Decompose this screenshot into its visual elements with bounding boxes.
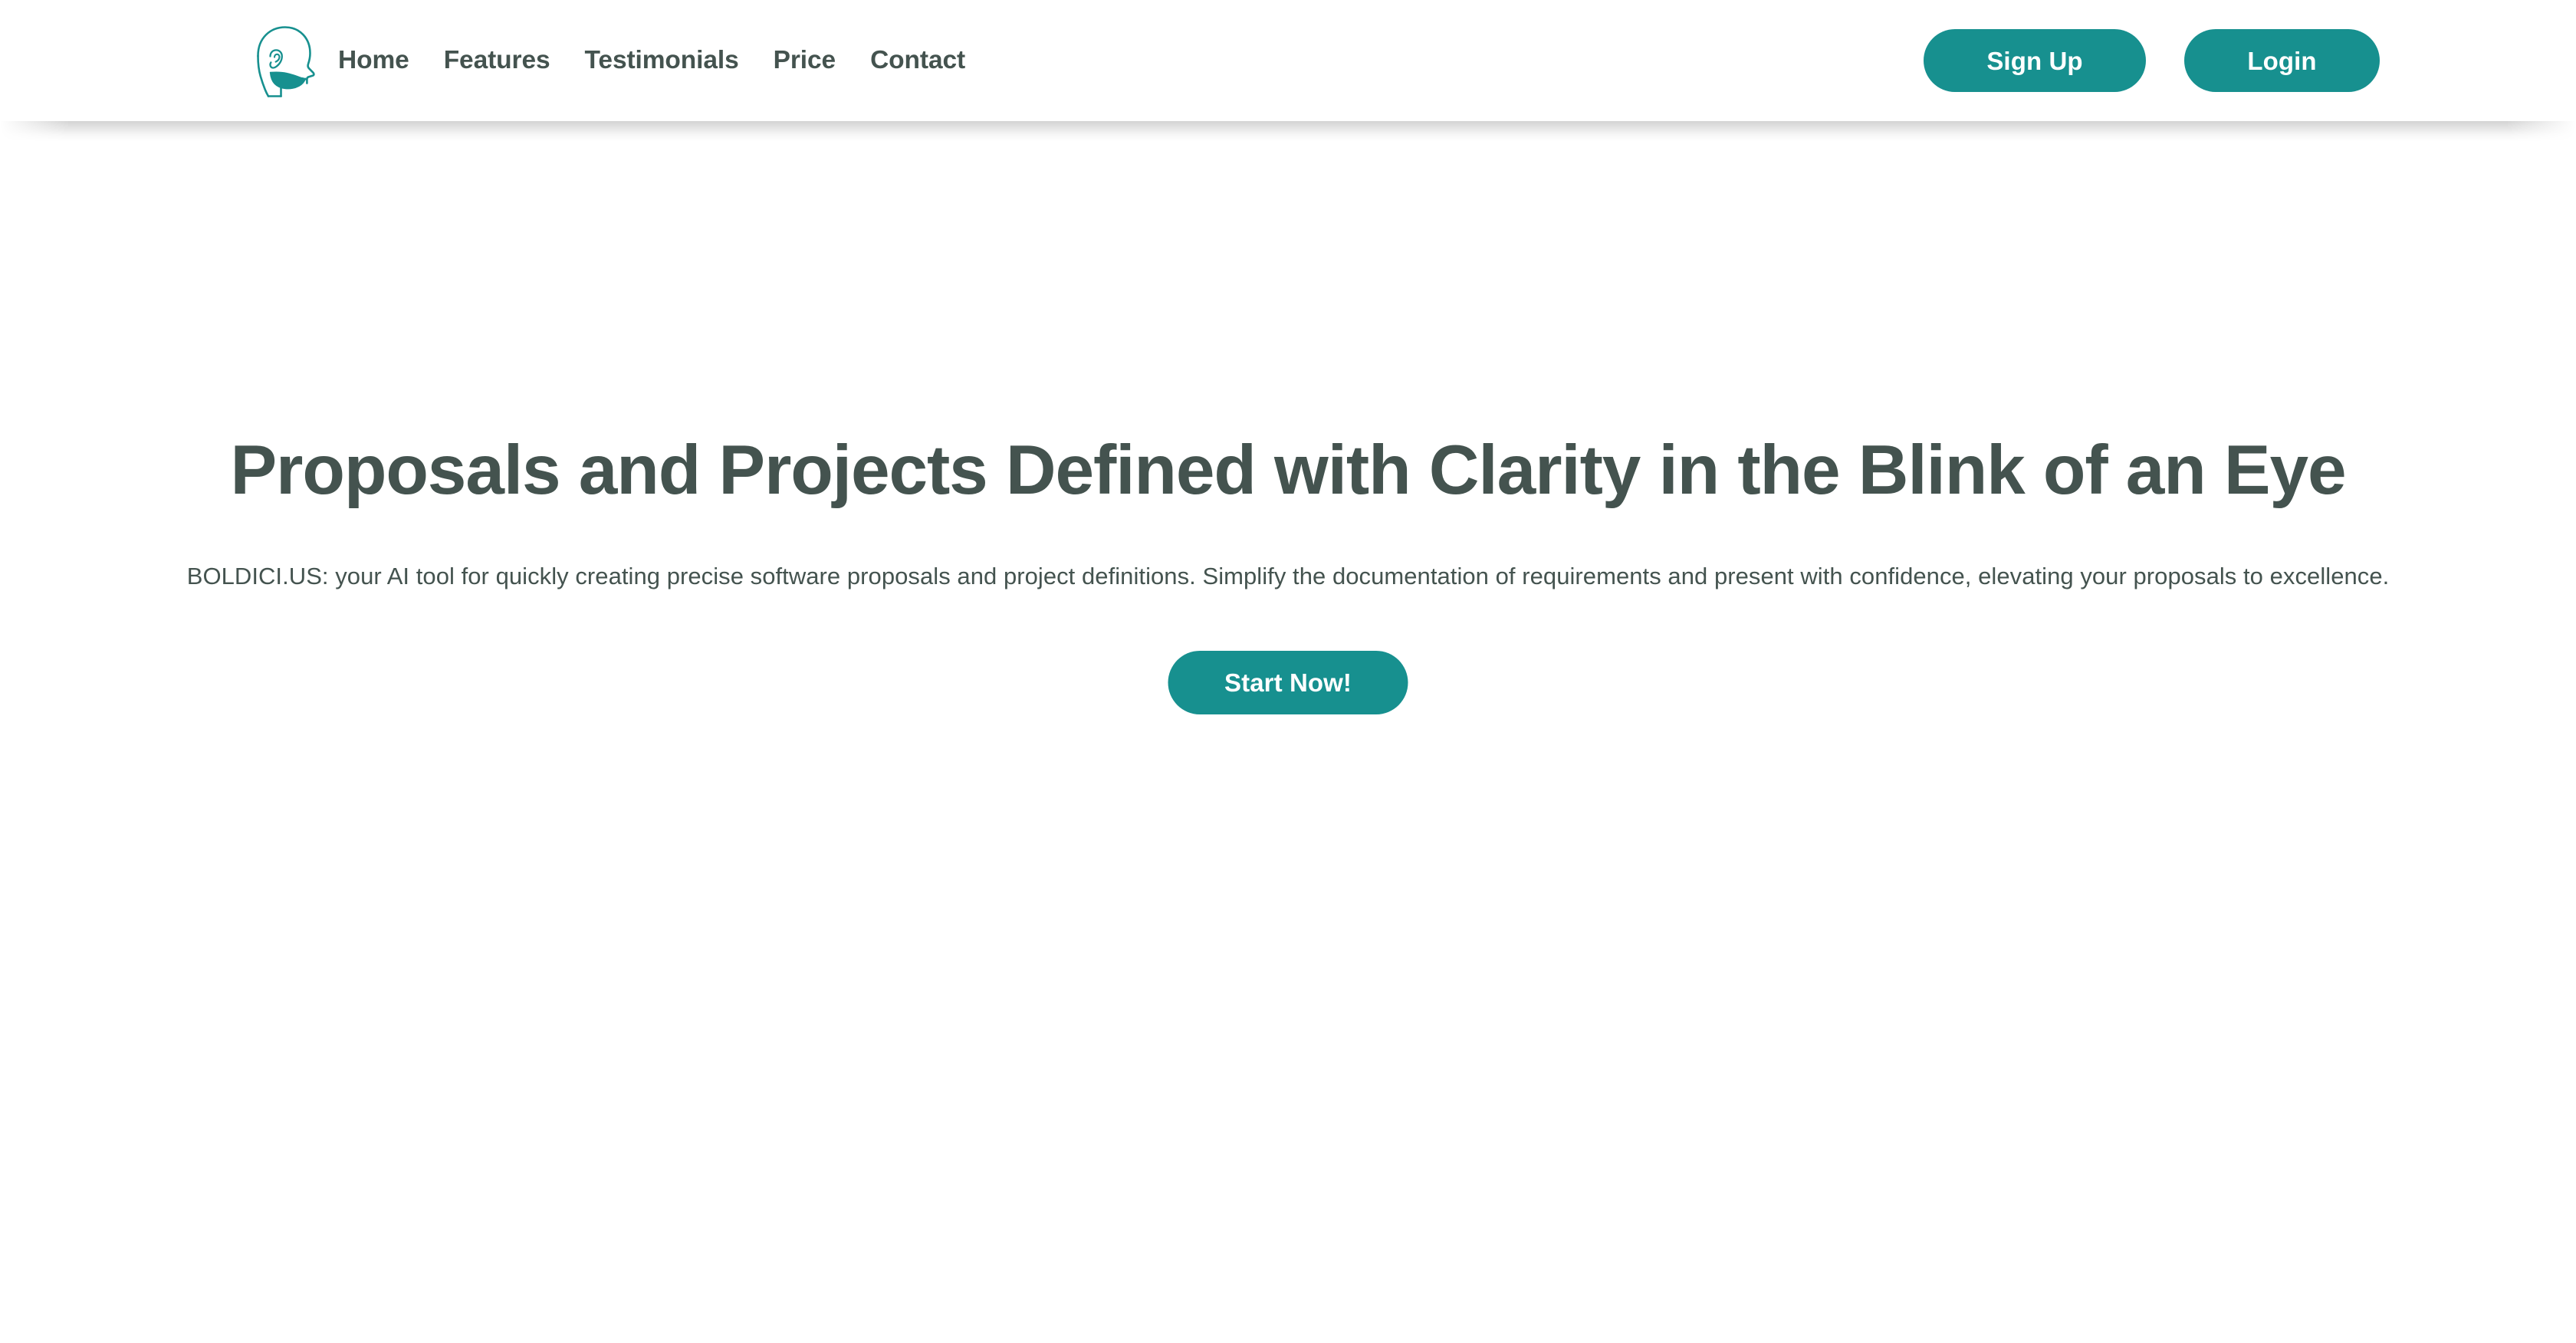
nav-link-home[interactable]: Home bbox=[338, 48, 409, 74]
nav-link-features[interactable]: Features bbox=[444, 48, 550, 74]
hero-subheadline: BOLDICI.US: your AI tool for quickly cre… bbox=[186, 563, 2390, 590]
site-header: Home Features Testimonials Price Contact… bbox=[0, 0, 2576, 121]
landing-page: Home Features Testimonials Price Contact… bbox=[0, 0, 2576, 1343]
head-profile-icon bbox=[257, 26, 315, 97]
login-button[interactable]: Login bbox=[2184, 29, 2380, 92]
hero-cta-wrapper: Start Now! bbox=[102, 596, 2475, 715]
brand-logo[interactable] bbox=[247, 22, 325, 102]
start-now-button[interactable]: Start Now! bbox=[1168, 651, 1408, 715]
hero-content: Proposals and Projects Defined with Clar… bbox=[102, 429, 2475, 715]
nav-link-price[interactable]: Price bbox=[774, 48, 836, 74]
header-inner: Home Features Testimonials Price Contact… bbox=[0, 0, 2576, 121]
header-actions: Sign Up Login bbox=[1924, 0, 2380, 121]
nav-link-contact[interactable]: Contact bbox=[870, 48, 965, 74]
hero-section: Proposals and Projects Defined with Clar… bbox=[0, 121, 2576, 1343]
hero-headline: Proposals and Projects Defined with Clar… bbox=[230, 432, 2346, 509]
nav-link-testimonials[interactable]: Testimonials bbox=[585, 48, 739, 74]
main-nav: Home Features Testimonials Price Contact bbox=[338, 0, 965, 121]
sign-up-button[interactable]: Sign Up bbox=[1924, 29, 2146, 92]
